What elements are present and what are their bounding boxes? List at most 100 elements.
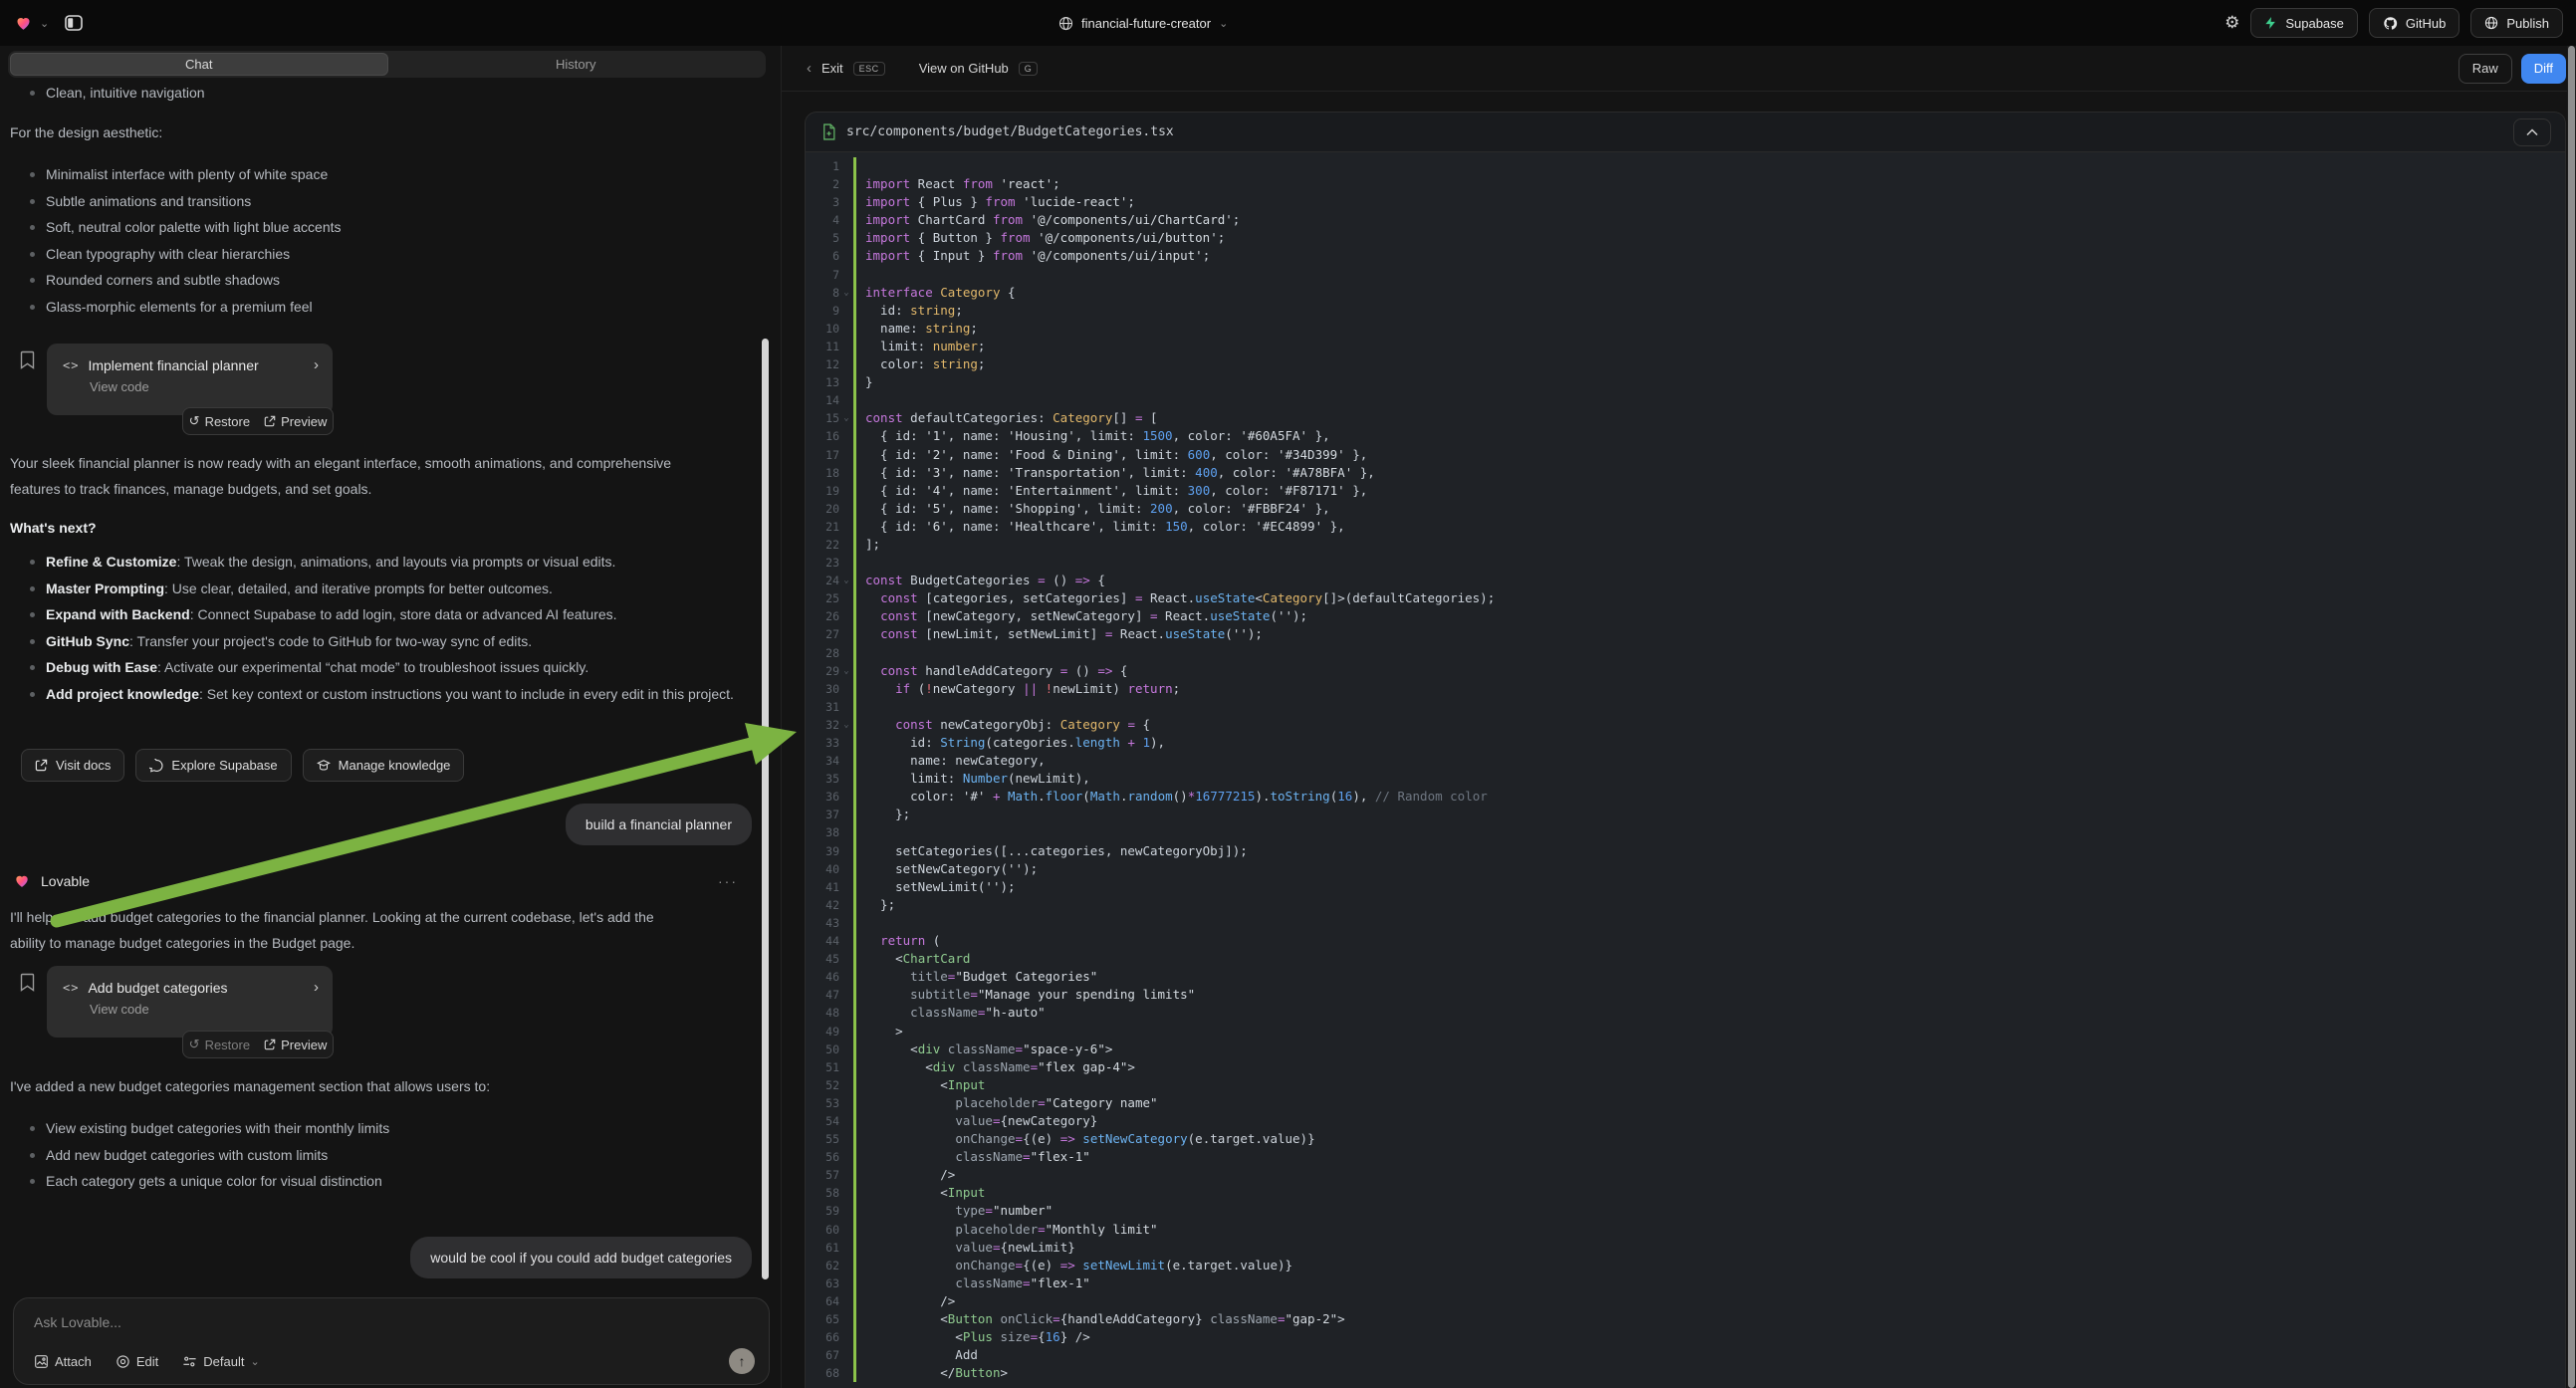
tab-history[interactable]: History [388, 53, 765, 76]
code-text: import { Input } from '@/components/ui/i… [856, 247, 1210, 265]
view-code-link[interactable]: View code [90, 1002, 319, 1017]
code-line: 36 color: '#' + Math.floor(Math.random()… [806, 788, 2565, 806]
preview-button[interactable]: Preview [264, 414, 327, 429]
toggle-sidebar-icon[interactable] [64, 13, 84, 33]
list-item: Clean, intuitive navigation [10, 80, 752, 107]
fold-gutter [839, 1328, 853, 1346]
edit-button[interactable]: Edit [116, 1354, 158, 1369]
chat-scrollbar[interactable] [762, 339, 769, 1279]
fold-gutter [839, 247, 853, 265]
code-line: 30 if (!newCategory || !newLimit) return… [806, 680, 2565, 698]
fold-gutter [839, 878, 853, 896]
line-number: 20 [806, 500, 839, 518]
preview-button[interactable]: Preview [264, 1038, 327, 1052]
manage-knowledge-button[interactable]: Manage knowledge [303, 749, 465, 782]
fold-gutter [839, 1239, 853, 1257]
tab-chat[interactable]: Chat [10, 53, 388, 76]
version-card-implement-financial-planner[interactable]: <> Implement financial planner › View co… [47, 344, 333, 415]
page-scrollbar[interactable] [2567, 46, 2576, 1388]
restore-button[interactable]: ↺Restore [189, 1037, 250, 1052]
fold-chevron-icon[interactable]: ⌄ [839, 409, 853, 427]
view-code-link[interactable]: View code [90, 379, 319, 394]
message-menu-icon[interactable]: ··· [718, 873, 738, 889]
fold-gutter [839, 734, 853, 752]
view-on-github-button[interactable]: View on GitHub [919, 61, 1009, 76]
code-text: }; [856, 896, 895, 914]
code-line: 39 setCategories([...categories, newCate… [806, 842, 2565, 860]
fold-gutter [839, 625, 853, 643]
composer-placeholder[interactable]: Ask Lovable... [34, 1314, 751, 1330]
settings-gear-icon[interactable]: ⚙ [2225, 13, 2239, 33]
bookmark-icon[interactable] [20, 350, 35, 369]
fold-gutter [839, 788, 853, 806]
collapse-file-button[interactable] [2513, 118, 2551, 146]
back-chevron-icon[interactable]: ‹ [807, 60, 812, 77]
fold-gutter [839, 1094, 853, 1112]
exit-button[interactable]: Exit [821, 61, 843, 76]
code-text: color: '#' + Math.floor(Math.random()*16… [856, 788, 1488, 806]
fold-chevron-icon[interactable]: ⌄ [839, 662, 853, 680]
code-line: 45 <ChartCard [806, 950, 2565, 968]
bookmark-icon[interactable] [20, 973, 35, 992]
code-line: 67 Add [806, 1346, 2565, 1364]
logo-chevron-down-icon[interactable]: ⌄ [40, 17, 49, 30]
fold-gutter [839, 1058, 853, 1076]
project-name[interactable]: financial-future-creator [1081, 16, 1211, 31]
mode-select[interactable]: Default ⌄ [182, 1354, 259, 1369]
code-text: setCategories([...categories, newCategor… [856, 842, 1248, 860]
line-number: 25 [806, 589, 839, 607]
prompt-composer[interactable]: Ask Lovable... Attach Edit Default ⌄ [13, 1297, 770, 1385]
code-line: 62 onChange={(e) => setNewLimit(e.target… [806, 1257, 2565, 1274]
code-editor[interactable]: 12import React from 'react';3import { Pl… [806, 152, 2565, 1388]
explore-supabase-button[interactable]: Explore Supabase [135, 749, 291, 782]
project-chevron-down-icon[interactable]: ⌄ [1219, 17, 1228, 30]
attach-button[interactable]: Attach [34, 1354, 92, 1369]
code-text: <Input [856, 1076, 985, 1094]
external-link-icon [35, 759, 48, 772]
code-text: }; [856, 806, 910, 823]
whats-next-heading: What's next? [10, 515, 752, 541]
line-number: 9 [806, 302, 839, 320]
lovable-logo-icon[interactable] [14, 14, 33, 32]
user-message-bubble: build a financial planner [566, 804, 752, 845]
chevron-right-icon[interactable]: › [314, 979, 319, 996]
file-header[interactable]: src/components/budget/BudgetCategories.t… [806, 113, 2565, 152]
code-text: Add [856, 1346, 978, 1364]
code-text: } [856, 373, 873, 391]
code-line: 9 id: string; [806, 302, 2565, 320]
line-number: 32 [806, 716, 839, 734]
code-line: 1 [806, 157, 2565, 175]
design-heading: For the design aesthetic: [10, 119, 752, 145]
fold-gutter [839, 644, 853, 662]
code-text: /> [856, 1292, 955, 1310]
restore-button[interactable]: ↺Restore [189, 413, 250, 429]
fold-gutter [839, 266, 853, 284]
visit-docs-button[interactable]: Visit docs [21, 749, 124, 782]
code-text: setNewLimit(''); [856, 878, 1016, 896]
fold-gutter [839, 554, 853, 572]
publish-button[interactable]: Publish [2470, 8, 2563, 38]
restore-preview-pill: ↺Restore Preview [182, 1031, 334, 1058]
restore-icon: ↺ [189, 1037, 200, 1052]
quick-actions-row: Visit docs Explore Supabase Manage knowl… [21, 749, 464, 782]
line-number: 61 [806, 1239, 839, 1257]
fold-gutter [839, 338, 853, 355]
diff-toggle-button[interactable]: Diff [2521, 54, 2566, 84]
fold-chevron-icon[interactable]: ⌄ [839, 284, 853, 302]
file-diff-card: src/components/budget/BudgetCategories.t… [805, 112, 2566, 1388]
list-item: Add project knowledge: Set key context o… [10, 681, 752, 708]
fold-chevron-icon[interactable]: ⌄ [839, 572, 853, 589]
line-number: 26 [806, 607, 839, 625]
whats-next-list: Refine & Customize: Tweak the design, an… [10, 549, 752, 707]
fold-chevron-icon[interactable]: ⌄ [839, 716, 853, 734]
code-text [856, 644, 865, 662]
chevron-right-icon[interactable]: › [314, 356, 319, 373]
code-text: <div className="space-y-6"> [856, 1041, 1112, 1058]
send-button[interactable]: ↑ [729, 1348, 755, 1374]
supabase-button[interactable]: Supabase [2250, 8, 2358, 38]
github-button[interactable]: GitHub [2369, 8, 2459, 38]
version-card-add-budget-categories[interactable]: <> Add budget categories › View code [47, 966, 333, 1038]
code-line: 6import { Input } from '@/components/ui/… [806, 247, 2565, 265]
line-number: 59 [806, 1202, 839, 1220]
raw-toggle-button[interactable]: Raw [2459, 54, 2512, 84]
